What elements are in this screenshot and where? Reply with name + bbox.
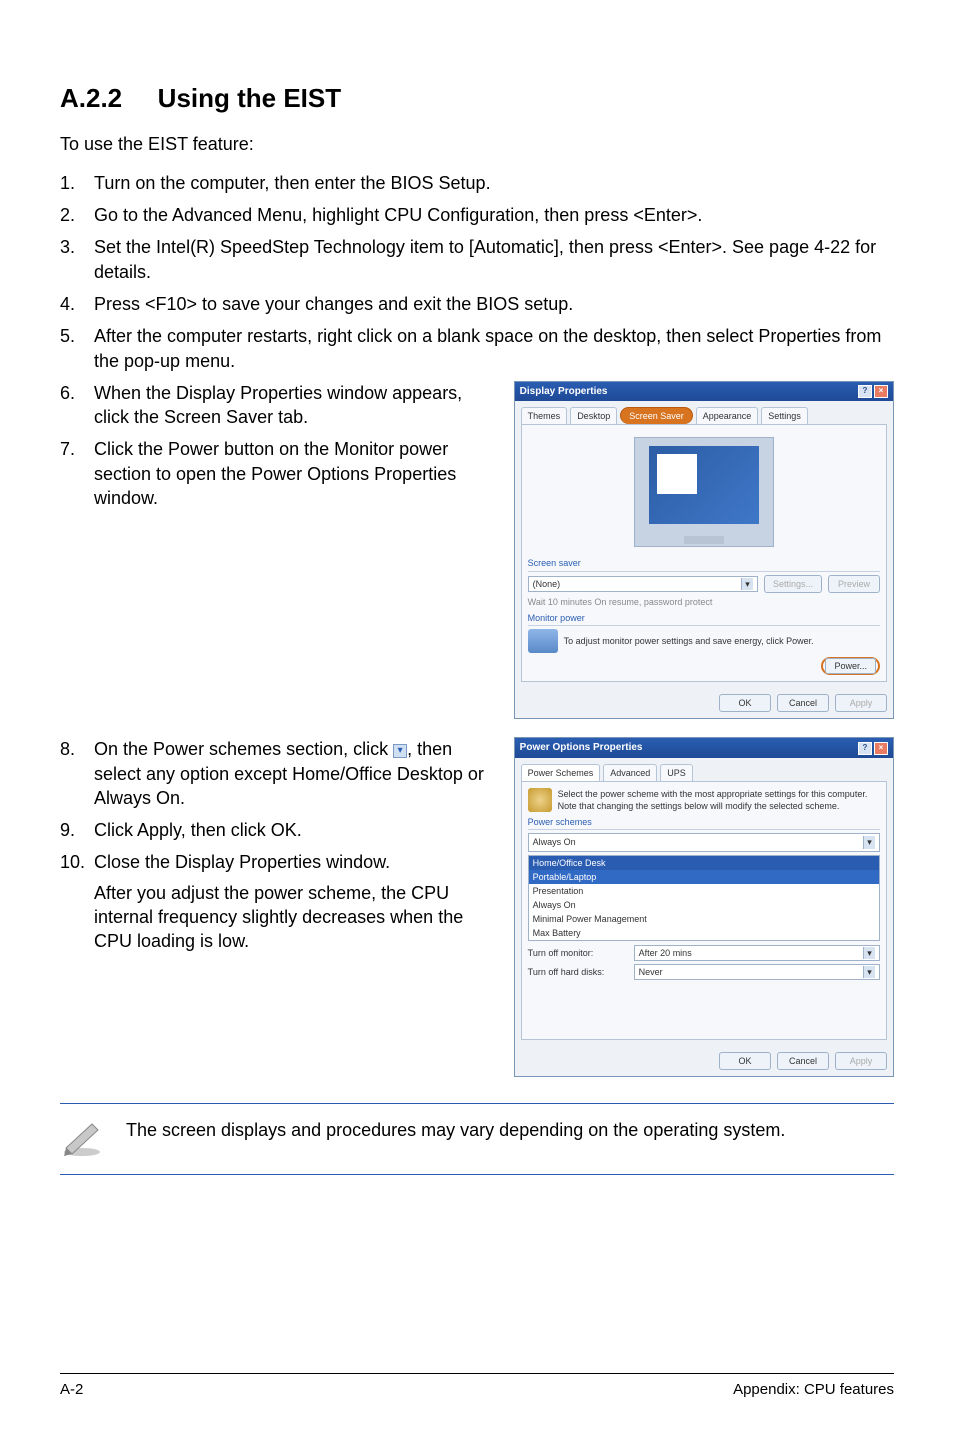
intro-text: To use the EIST feature: xyxy=(60,132,894,156)
footer-title: Appendix: CPU features xyxy=(733,1380,894,1400)
screensaver-select[interactable]: (None)▾ xyxy=(528,576,758,592)
monitor-power-icon xyxy=(528,629,558,653)
apply-button[interactable]: Apply xyxy=(835,1052,887,1070)
step-5-text: After the computer restarts, right click… xyxy=(94,324,894,373)
monitor-power-header: Monitor power xyxy=(528,612,880,626)
step-6-num: 6. xyxy=(60,381,94,430)
chevron-down-icon: ▾ xyxy=(863,966,875,978)
step-2-text: Go to the Advanced Menu, highlight CPU C… xyxy=(94,203,894,227)
step-2-num: 2. xyxy=(60,203,94,227)
step-8-num: 8. xyxy=(60,737,94,810)
tab-screensaver[interactable]: Screen Saver xyxy=(620,407,693,424)
power-options-title: Power Options Properties xyxy=(520,741,643,755)
close-icon[interactable]: × xyxy=(874,385,888,398)
step-4-num: 4. xyxy=(60,292,94,316)
help-icon[interactable]: ? xyxy=(858,742,872,755)
apply-button[interactable]: Apply xyxy=(835,694,887,712)
display-properties-title: Display Properties xyxy=(520,385,608,399)
step-10-num: 10. xyxy=(60,850,94,953)
chevron-down-icon: ▾ xyxy=(863,836,875,848)
step-9-text: Click Apply, then click OK. xyxy=(94,818,494,842)
power-options-window: Power Options Properties ? × Power Schem… xyxy=(514,737,894,1077)
note-text: The screen displays and procedures may v… xyxy=(126,1118,785,1142)
power-scheme-select[interactable]: Always On ▾ xyxy=(528,833,880,851)
step-10-subtext: After you adjust the power scheme, the C… xyxy=(94,881,494,954)
power-schemes-description: Select the power scheme with the most ap… xyxy=(558,788,880,812)
power-scheme-dropdown: Home/Office Desk Portable/Laptop Present… xyxy=(528,855,880,942)
help-icon[interactable]: ? xyxy=(858,385,872,398)
dropdown-option[interactable]: Home/Office Desk xyxy=(529,856,879,870)
step-8-text: On the Power schemes section, click ▾, t… xyxy=(94,737,494,810)
page-number: A-2 xyxy=(60,1380,83,1400)
tab-ups[interactable]: UPS xyxy=(660,764,693,781)
turnoff-hd-label: Turn off hard disks: xyxy=(528,966,628,978)
tab-settings[interactable]: Settings xyxy=(761,407,808,424)
step-7-text: Click the Power button on the Monitor po… xyxy=(94,437,494,510)
screensaver-group-header: Screen saver xyxy=(528,557,880,571)
step-10-text: Close the Display Properties window. xyxy=(94,852,390,872)
dropdown-option[interactable]: Presentation xyxy=(529,884,879,898)
dropdown-option[interactable]: Always On xyxy=(529,898,879,912)
monitor-power-text: To adjust monitor power settings and sav… xyxy=(564,635,880,647)
chevron-down-icon: ▾ xyxy=(393,744,407,758)
screensaver-settings-button[interactable]: Settings... xyxy=(764,575,822,593)
dropdown-option[interactable]: Minimal Power Management xyxy=(529,912,879,926)
power-plug-icon xyxy=(528,788,552,812)
tab-themes[interactable]: Themes xyxy=(521,407,568,424)
tab-desktop[interactable]: Desktop xyxy=(570,407,617,424)
note-icon xyxy=(60,1118,104,1158)
ok-button[interactable]: OK xyxy=(719,694,771,712)
step-6-text: When the Display Properties window appea… xyxy=(94,381,494,430)
dropdown-option[interactable]: Max Battery xyxy=(529,926,879,940)
cancel-button[interactable]: Cancel xyxy=(777,694,829,712)
step-3-num: 3. xyxy=(60,235,94,284)
tab-advanced[interactable]: Advanced xyxy=(603,764,657,781)
cancel-button[interactable]: Cancel xyxy=(777,1052,829,1070)
step-7-num: 7. xyxy=(60,437,94,510)
step-4-text: Press <F10> to save your changes and exi… xyxy=(94,292,894,316)
tab-appearance[interactable]: Appearance xyxy=(696,407,759,424)
turnoff-hd-select[interactable]: Never▾ xyxy=(634,964,880,980)
section-heading: A.2.2 Using the EIST xyxy=(60,80,894,116)
monitor-preview xyxy=(634,437,774,547)
screensaver-preview-button[interactable]: Preview xyxy=(828,575,880,593)
turnoff-monitor-select[interactable]: After 20 mins▾ xyxy=(634,945,880,961)
step-9-num: 9. xyxy=(60,818,94,842)
ok-button[interactable]: OK xyxy=(719,1052,771,1070)
step-1-num: 1. xyxy=(60,171,94,195)
display-properties-window: Display Properties ? × Themes Desktop Sc… xyxy=(514,381,894,719)
chevron-down-icon: ▾ xyxy=(741,578,753,590)
section-number: A.2.2 xyxy=(60,83,122,113)
power-button[interactable]: Power... xyxy=(825,658,876,674)
close-icon[interactable]: × xyxy=(874,742,888,755)
step-3-text: Set the Intel(R) SpeedStep Technology it… xyxy=(94,235,894,284)
power-schemes-header: Power schemes xyxy=(528,816,880,830)
wait-row: Wait 10 minutes On resume, password prot… xyxy=(528,596,880,608)
dropdown-option-selected[interactable]: Portable/Laptop xyxy=(529,870,879,884)
chevron-down-icon: ▾ xyxy=(863,947,875,959)
tab-power-schemes[interactable]: Power Schemes xyxy=(521,764,601,781)
section-title: Using the EIST xyxy=(158,83,341,113)
step-5-num: 5. xyxy=(60,324,94,373)
power-scheme-value: Always On xyxy=(533,836,576,848)
turnoff-monitor-label: Turn off monitor: xyxy=(528,947,628,959)
step-1-text: Turn on the computer, then enter the BIO… xyxy=(94,171,894,195)
